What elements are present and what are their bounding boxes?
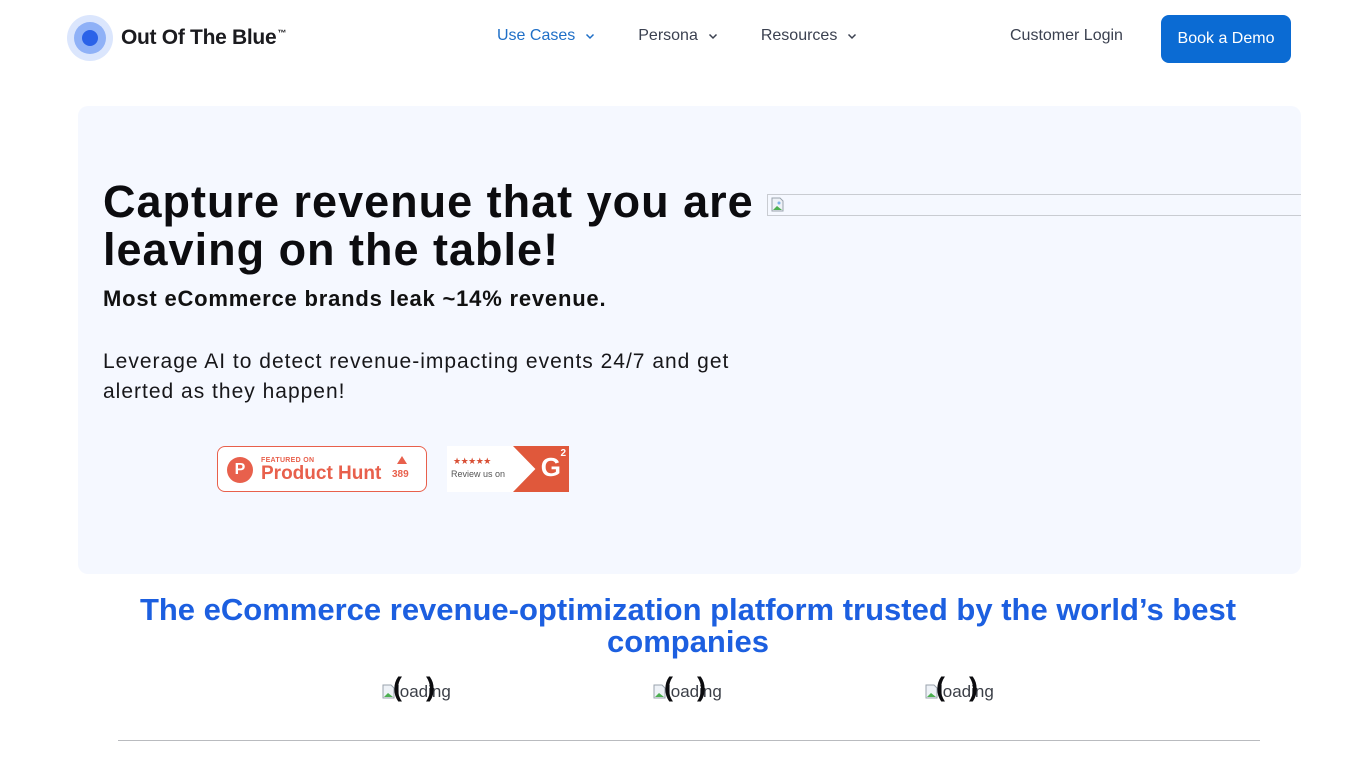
upvote-arrow-icon [397, 456, 407, 464]
logo-alt-text: loading [939, 682, 994, 701]
menu-persona[interactable]: Persona [638, 27, 719, 45]
hero-title: Capture revenue that you are leaving on … [103, 176, 754, 275]
customer-logo: loading ( ) [382, 672, 451, 706]
broken-image-icon [771, 197, 784, 212]
loading-paren-icon: ) [697, 672, 706, 702]
product-hunt-name: Product Hunt [261, 463, 382, 484]
menu-use-cases[interactable]: Use Cases [497, 27, 596, 45]
logo-alt-text: loading [667, 682, 722, 701]
chevron-down-icon [584, 30, 596, 42]
logo-mark-icon [67, 15, 113, 61]
g2-superscript: 2 [560, 448, 566, 459]
top-navigation: Out Of The Blue™ Use Cases Persona Resou… [0, 0, 1360, 76]
product-hunt-icon: P [227, 457, 253, 483]
menu-label: Persona [638, 27, 698, 44]
loading-paren-icon: ( [393, 672, 402, 702]
customer-logos: loading ( ) loading ( ) loading ( ) [0, 672, 1360, 708]
menu-resources[interactable]: Resources [761, 27, 858, 45]
menu-label: Resources [760, 27, 838, 44]
logo-alt-text: loading [396, 682, 451, 701]
rating-stars-icon: ★★★★★ [453, 456, 491, 466]
menu-label: Use Cases [497, 27, 576, 44]
g2-letter: G [540, 452, 561, 482]
product-hunt-badge[interactable]: P FEATURED ON Product Hunt 389 [217, 446, 427, 492]
loading-paren-icon: ( [664, 672, 673, 702]
trusted-heading: The eCommerce revenue-optimization platf… [139, 592, 1237, 659]
hero-description: Leverage AI to detect revenue-impacting … [103, 350, 730, 403]
loading-paren-icon: ) [969, 672, 978, 702]
hero-section: Capture revenue that you are leaving on … [78, 106, 1301, 574]
hero-image-placeholder [767, 194, 1301, 216]
customer-logo: loading ( ) [653, 672, 722, 706]
book-demo-button[interactable]: Book a Demo [1161, 15, 1291, 63]
brand-name: Out Of The Blue™ [121, 26, 287, 49]
loading-paren-icon: ) [426, 672, 435, 702]
chevron-down-icon [707, 30, 719, 42]
loading-paren-icon: ( [936, 672, 945, 702]
section-divider [118, 740, 1260, 741]
upvote-count: 389 [392, 469, 409, 480]
main-menu: Use Cases Persona Resources [497, 27, 900, 45]
review-us-label: Review us on [451, 469, 506, 479]
g2-review-badge[interactable]: ★★★★★ Review us on G 2 [447, 446, 569, 492]
hero-subtitle: Most eCommerce brands leak ~14% revenue. [103, 286, 607, 311]
customer-login-link[interactable]: Customer Login [1010, 27, 1123, 45]
customer-logo: loading ( ) [925, 672, 994, 706]
brand-logo[interactable]: Out Of The Blue™ [67, 15, 286, 61]
chevron-down-icon [846, 30, 858, 42]
